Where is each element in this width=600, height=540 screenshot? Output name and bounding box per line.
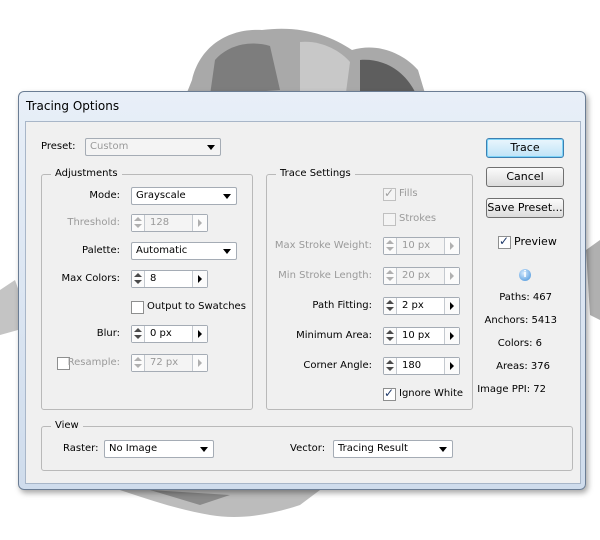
stepper-arrows-icon[interactable] — [132, 215, 145, 231]
raster-dropdown[interactable]: No Image — [104, 440, 214, 458]
resample-label: Resample: — [67, 357, 120, 368]
resample-value: 72 px — [150, 357, 179, 368]
preset-dropdown[interactable]: Custom — [85, 138, 221, 156]
slider-popup-icon[interactable] — [444, 328, 459, 344]
preview-checkbox[interactable]: ✓ — [498, 234, 511, 249]
corner-angle-value: 180 — [402, 360, 422, 371]
stat-colors: Colors: 6 — [497, 338, 542, 349]
fills-checkbox[interactable]: ✓ — [383, 186, 396, 201]
trace-settings-group: Trace Settings ✓ Fills Strokes Max Strok… — [266, 168, 473, 410]
stepper-arrows-icon[interactable] — [384, 298, 397, 314]
output-to-swatches-label: Output to Swatches — [147, 301, 246, 312]
ignore-white-checkbox[interactable]: ✓ — [383, 386, 396, 401]
stat-areas: Areas: 376 — [496, 361, 550, 372]
vector-value: Tracing Result — [338, 443, 408, 454]
max-stroke-weight-value: 10 px — [402, 240, 431, 251]
preset-label: Preset: — [41, 141, 76, 152]
tracing-options-dialog: Tracing Options Preset: Custom Adjustmen… — [18, 91, 586, 490]
stepper-arrows-icon[interactable] — [132, 355, 145, 371]
raster-value: No Image — [109, 443, 158, 454]
chevron-down-icon — [207, 145, 215, 150]
trace-settings-title: Trace Settings — [276, 168, 355, 180]
raster-label: Raster: — [63, 443, 99, 454]
view-title: View — [51, 420, 83, 432]
palette-dropdown[interactable]: Automatic — [131, 242, 237, 260]
trace-button[interactable]: Trace — [486, 138, 564, 158]
palette-label: Palette: — [81, 245, 120, 256]
stepper-arrows-icon[interactable] — [384, 328, 397, 344]
resample-stepper[interactable]: 72 px — [131, 354, 208, 372]
stat-image-ppi: Image PPI: 72 — [477, 384, 546, 395]
max-colors-stepper[interactable]: 8 — [131, 270, 208, 288]
checkmark-icon: ✓ — [384, 386, 395, 400]
vector-label: Vector: — [290, 443, 326, 454]
adjustments-title: Adjustments — [51, 168, 122, 180]
min-stroke-length-label: Min Stroke Length: — [278, 270, 372, 281]
adjustments-group: Adjustments Mode: Grayscale Threshold: 1… — [41, 168, 253, 410]
max-colors-label: Max Colors: — [61, 273, 120, 284]
slider-popup-icon[interactable] — [192, 271, 207, 287]
checkmark-icon: ✓ — [499, 234, 510, 248]
fills-label: Fills — [399, 188, 418, 199]
slider-popup-icon[interactable] — [444, 298, 459, 314]
save-preset-button[interactable]: Save Preset... — [486, 198, 564, 218]
corner-angle-stepper[interactable]: 180 — [383, 357, 460, 375]
slider-popup-icon[interactable] — [192, 326, 207, 342]
stepper-arrows-icon[interactable] — [384, 268, 397, 284]
slider-popup-icon[interactable] — [444, 238, 459, 254]
dialog-client-area: Preset: Custom Adjustments Mode: Graysca… — [25, 121, 581, 484]
threshold-label: Threshold: — [67, 217, 120, 228]
min-stroke-length-value: 20 px — [402, 270, 431, 281]
palette-value: Automatic — [136, 245, 188, 256]
strokes-label: Strokes — [399, 213, 437, 224]
slider-popup-icon[interactable] — [192, 355, 207, 371]
mode-value: Grayscale — [136, 190, 186, 201]
checkmark-icon: ✓ — [384, 186, 395, 200]
stat-anchors: Anchors: 5413 — [484, 315, 557, 326]
mode-dropdown[interactable]: Grayscale — [131, 187, 237, 205]
chevron-down-icon — [223, 194, 231, 199]
min-stroke-length-stepper[interactable]: 20 px — [383, 267, 460, 285]
mode-label: Mode: — [89, 190, 120, 201]
blur-label: Blur: — [96, 328, 120, 339]
ignore-white-label: Ignore White — [399, 388, 464, 399]
slider-popup-icon[interactable] — [444, 268, 459, 284]
preset-value: Custom — [90, 141, 129, 152]
chevron-down-icon — [223, 249, 231, 254]
view-group: View Raster: No Image Vector: Tracing Re… — [41, 420, 573, 471]
chevron-down-icon — [200, 447, 208, 452]
strokes-checkbox[interactable] — [383, 213, 396, 226]
stepper-arrows-icon[interactable] — [384, 358, 397, 374]
path-fitting-value: 2 px — [402, 300, 424, 311]
threshold-stepper[interactable]: 128 — [131, 214, 208, 232]
chevron-down-icon — [439, 447, 447, 452]
corner-angle-label: Corner Angle: — [303, 360, 372, 371]
cancel-button[interactable]: Cancel — [486, 167, 564, 187]
slider-popup-icon[interactable] — [444, 358, 459, 374]
stepper-arrows-icon[interactable] — [132, 271, 145, 287]
minimum-area-value: 10 px — [402, 330, 431, 341]
minimum-area-label: Minimum Area: — [296, 330, 372, 341]
max-stroke-weight-stepper[interactable]: 10 px — [383, 237, 460, 255]
preview-label: Preview — [514, 235, 557, 248]
max-colors-value: 8 — [150, 273, 157, 284]
slider-popup-icon[interactable] — [192, 215, 207, 231]
info-icon: i — [519, 269, 531, 281]
path-fitting-label: Path Fitting: — [312, 300, 372, 311]
stat-paths: Paths: 467 — [499, 292, 552, 303]
path-fitting-stepper[interactable]: 2 px — [383, 297, 460, 315]
threshold-value: 128 — [150, 217, 170, 228]
output-to-swatches-checkbox[interactable] — [131, 301, 144, 314]
blur-value: 0 px — [150, 328, 172, 339]
dialog-title: Tracing Options — [26, 99, 120, 113]
stepper-arrows-icon[interactable] — [132, 326, 145, 342]
minimum-area-stepper[interactable]: 10 px — [383, 327, 460, 345]
blur-stepper[interactable]: 0 px — [131, 325, 208, 343]
vector-dropdown[interactable]: Tracing Result — [333, 440, 453, 458]
max-stroke-weight-label: Max Stroke Weight: — [274, 240, 372, 251]
stepper-arrows-icon[interactable] — [384, 238, 397, 254]
